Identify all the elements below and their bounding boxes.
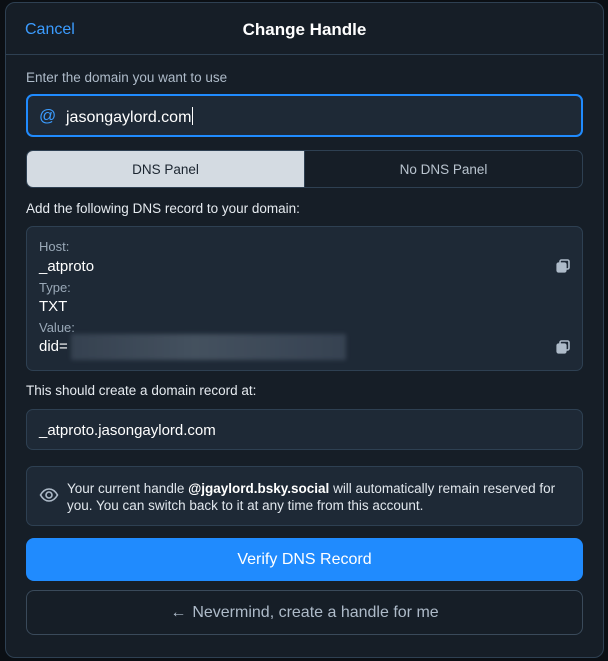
type-value: TXT	[39, 298, 68, 315]
dns-record-card: Host: _atproto Type: TXT Value: did=	[26, 226, 583, 371]
redacted-did-value	[71, 334, 346, 360]
dns-mode-tabs: DNS Panel No DNS Panel	[26, 150, 583, 188]
domain-field-label: Enter the domain you want to use	[26, 70, 228, 85]
tab-dns-panel[interactable]: DNS Panel	[27, 151, 305, 187]
tab-no-dns-panel[interactable]: No DNS Panel	[305, 151, 582, 187]
at-sign-icon: @	[39, 106, 57, 125]
record-location-value: _atproto.jasongaylord.com	[39, 422, 216, 439]
dialog-title: Change Handle	[242, 20, 367, 39]
nevermind-button[interactable]: ← Nevermind, create a handle for me	[26, 590, 583, 635]
handle-notice-card: Your current handle @jgaylord.bsky.socia…	[26, 466, 583, 526]
value-label: Value:	[39, 320, 75, 335]
verify-dns-record-button[interactable]: Verify DNS Record	[26, 538, 583, 581]
copy-host-icon[interactable]	[556, 259, 570, 273]
record-location-card: _atproto.jasongaylord.com	[26, 409, 583, 450]
type-label: Type:	[39, 280, 71, 295]
dns-instructions: Add the following DNS record to your dom…	[26, 201, 300, 216]
current-handle: @jgaylord.bsky.social	[188, 481, 330, 496]
host-label: Host:	[39, 239, 70, 254]
value-prefix: did=	[39, 338, 68, 355]
record-location-label: This should create a domain record at:	[26, 383, 257, 398]
domain-input[interactable]: @ jasongaylord.com	[26, 94, 583, 137]
change-handle-dialog: Cancel Change Handle Enter the domain yo…	[5, 2, 604, 658]
text-caret	[192, 107, 194, 125]
copy-value-icon[interactable]	[556, 340, 570, 354]
host-value: _atproto	[39, 258, 95, 275]
domain-input-value: jasongaylord.com	[66, 107, 194, 126]
arrow-left-icon: ←	[170, 603, 187, 621]
eye-icon	[39, 488, 59, 502]
handle-notice-text: Your current handle @jgaylord.bsky.socia…	[67, 481, 556, 513]
dialog-header: Cancel Change Handle	[6, 3, 603, 55]
